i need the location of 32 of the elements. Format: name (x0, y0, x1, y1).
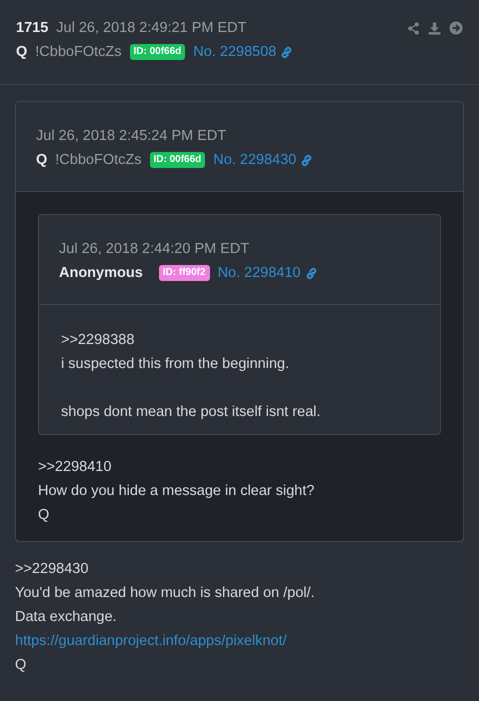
post-number: 1715 (16, 19, 48, 38)
link-icon[interactable] (304, 266, 318, 280)
post-date: Jul 26, 2018 2:49:21 PM EDT (56, 19, 246, 38)
post-text-line: i suspected this from the beginning. (61, 355, 290, 374)
post-text-line: >>2298410 (38, 458, 112, 477)
post-number-link[interactable]: No. 2298508 (193, 40, 294, 64)
id-badge: ID: ff90f2 (158, 265, 210, 281)
id-badge: ID: 00f66d (130, 44, 186, 60)
post-text-line: How do you hide a message in clear sight? (38, 482, 316, 501)
author-name: Q (36, 151, 48, 170)
tripcode: !CbboFOtcZs (35, 43, 122, 62)
post-number-link[interactable]: No. 2298430 (213, 148, 314, 172)
post-date: Jul 26, 2018 2:45:24 PM EDT (36, 127, 226, 146)
author-name: Anonymous (59, 264, 143, 283)
id-badge: ID: 00f66d (150, 152, 206, 168)
post-date: Jul 26, 2018 2:44:20 PM EDT (59, 240, 250, 259)
post-text-line: shops dont mean the post itself isnt real. (61, 403, 322, 422)
post-text-line: Q (38, 506, 50, 525)
post-number-link[interactable]: No. 2298410 (218, 261, 318, 285)
post-text-line: You'd be amazed how much is shared on /pol/. (15, 584, 316, 603)
arrow-right-icon[interactable] (449, 21, 463, 35)
author-name: Q (16, 43, 28, 62)
share-icon[interactable] (407, 22, 420, 34)
download-icon[interactable] (428, 22, 441, 34)
url-link[interactable]: https://guardianproject.info/apps/pixelknot/ (15, 633, 287, 649)
tripcode: !CbboFOtcZs (55, 151, 142, 170)
post-text-line: Q (15, 656, 28, 675)
link-icon[interactable] (300, 154, 314, 166)
post-text-line: >>2298430 (15, 560, 90, 579)
post-text-line: Data exchange. (15, 608, 118, 627)
post-text-line: >>2298388 (61, 331, 136, 350)
link-icon[interactable] (280, 46, 294, 58)
